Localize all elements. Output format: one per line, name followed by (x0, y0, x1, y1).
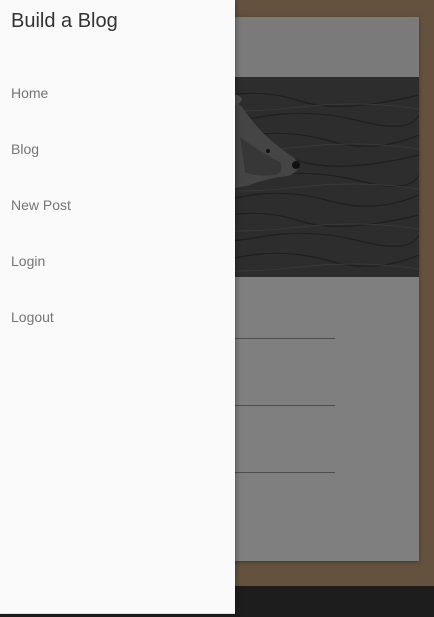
navigation-drawer: Build a Blog Home Blog New Post Login Lo… (0, 0, 235, 614)
drawer-nav: Home Blog New Post Login Logout (0, 65, 235, 345)
nav-item-new-post[interactable]: New Post (0, 177, 235, 233)
nav-item-logout[interactable]: Logout (0, 289, 235, 345)
nav-item-blog[interactable]: Blog (0, 121, 235, 177)
nav-item-home[interactable]: Home (0, 65, 235, 121)
nav-item-login[interactable]: Login (0, 233, 235, 289)
drawer-title: Build a Blog (11, 10, 118, 32)
